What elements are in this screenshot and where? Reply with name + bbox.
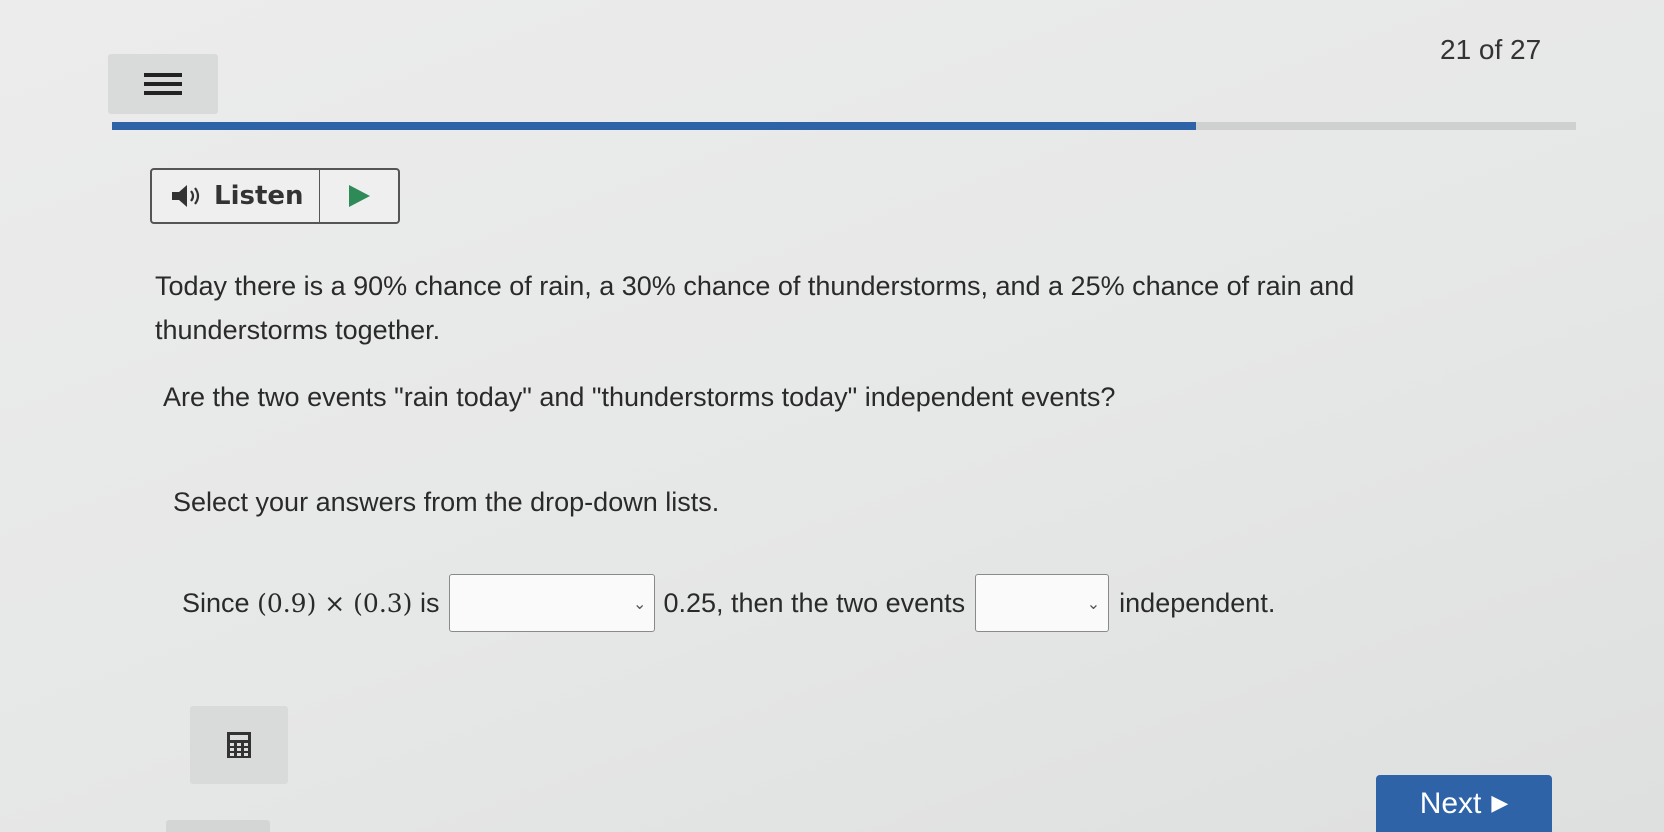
hamburger-menu-icon [144, 73, 182, 95]
next-label: Next [1419, 786, 1482, 820]
question-text: Today there is a 90% chance of rain, a 3… [155, 271, 1355, 345]
math-expression: (0.9) × (0.3) [257, 588, 413, 618]
next-button[interactable]: Next ▶ [1376, 775, 1552, 832]
triangle-right-icon: ▶ [1491, 791, 1509, 816]
chevron-down-icon: ⌄ [633, 593, 647, 613]
secondary-tool-button[interactable] [166, 820, 270, 832]
calculator-icon [227, 732, 251, 758]
answer-prefix: Since [182, 587, 250, 618]
listen-button[interactable]: Listen [152, 170, 320, 222]
instructions-text: Select your answers from the drop-down l… [173, 487, 720, 517]
calculator-button[interactable] [190, 706, 288, 784]
question-counter: 21 of 27 [1440, 34, 1542, 65]
progress-bar [112, 122, 1576, 130]
speaker-icon [172, 185, 200, 207]
independence-dropdown[interactable]: ⌄ [975, 574, 1110, 632]
answer-sentence: Since (0.9) × (0.3) is ⌄ 0.25, then the … [182, 574, 1275, 632]
comparison-dropdown[interactable]: ⌄ [449, 574, 656, 632]
play-button[interactable] [320, 170, 398, 222]
assessment-page: 21 of 27 Listen Today there is a 90% cha… [0, 0, 1664, 832]
question-prompt: Are the two events "rain today" and "thu… [163, 382, 1116, 412]
menu-button[interactable] [108, 54, 218, 114]
chevron-down-icon: ⌄ [1086, 593, 1101, 613]
listen-label: Listen [214, 181, 304, 211]
play-icon [349, 185, 370, 207]
answer-middle-text: 0.25, then the two events [663, 587, 966, 618]
progress-bar-fill [112, 122, 1197, 130]
listen-widget: Listen [150, 168, 400, 224]
answer-is-text: is [419, 587, 440, 618]
answer-suffix: independent. [1119, 587, 1276, 618]
